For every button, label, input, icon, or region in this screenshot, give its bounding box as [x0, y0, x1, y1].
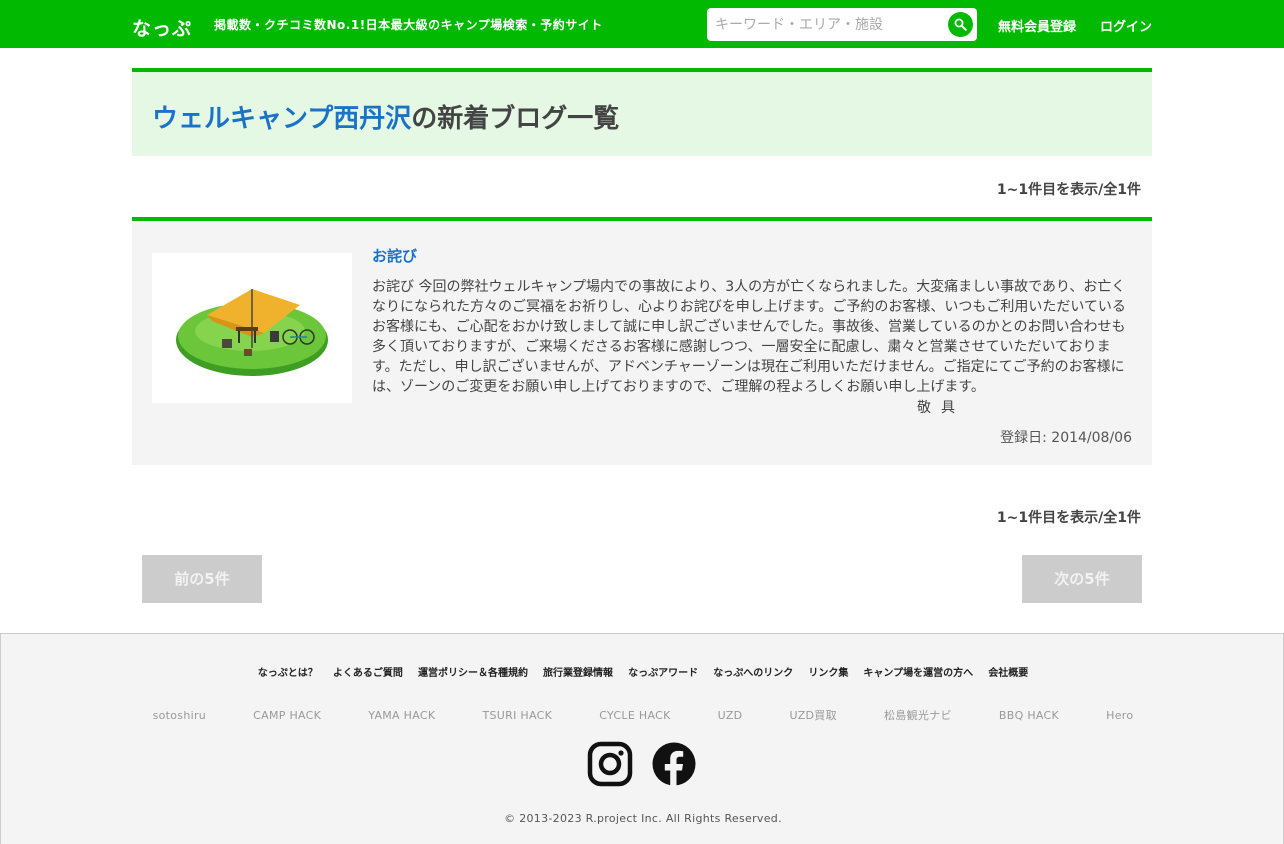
footer-link-faq[interactable]: よくあるご質問: [333, 668, 403, 679]
partner-link[interactable]: UZD: [718, 709, 743, 722]
page-title-suffix: の新着ブログ一覧: [411, 104, 620, 134]
footer-link-link-to-nap[interactable]: なっぷへのリンク: [713, 668, 793, 679]
partner-link[interactable]: sotoshiru: [153, 709, 206, 722]
partner-link[interactable]: CYCLE HACK: [599, 709, 670, 722]
copyright-text: © 2013-2023 R.project Inc. All Rights Re…: [504, 812, 782, 825]
campsite-name-link[interactable]: ウェルキャンプ西丹沢: [152, 104, 411, 134]
result-count-bottom: 1~1件目を表示/全1件: [996, 510, 1141, 526]
partner-link[interactable]: Hero: [1106, 709, 1133, 722]
footer-link-links[interactable]: リンク集: [808, 668, 848, 679]
footer-link-about[interactable]: なっぷとは？: [258, 668, 318, 679]
prev-page-button[interactable]: 前の5件: [142, 555, 262, 603]
instagram-icon[interactable]: [587, 741, 633, 787]
partner-link[interactable]: TSURI HACK: [482, 709, 552, 722]
partner-link[interactable]: CAMP HACK: [253, 709, 321, 722]
search-button[interactable]: [948, 12, 973, 37]
footer-link-award[interactable]: なっぷアワード: [628, 668, 698, 679]
partner-link[interactable]: YAMA HACK: [368, 709, 435, 722]
partner-links: sotoshiru CAMP HACK YAMA HACK TSURI HACK…: [1, 704, 1284, 723]
site-tagline: 掲載数・クチコミ数No.1!日本最大級のキャンプ場検索・予約サイト: [214, 18, 603, 32]
partner-link[interactable]: 松島観光ナビ: [884, 709, 952, 722]
footer-link-policy[interactable]: 運営ポリシー＆各種規約: [418, 668, 528, 679]
facebook-icon[interactable]: [651, 741, 697, 787]
partner-link[interactable]: UZD買取: [790, 709, 837, 722]
site-header: なっぷ 掲載数・クチコミ数No.1!日本最大級のキャンプ場検索・予約サイト 無料…: [0, 0, 1284, 48]
footer-nav: なっぷとは？ よくあるご質問 運営ポリシー＆各種規約 旅行業登録情報 なっぷアワ…: [1, 661, 1284, 680]
result-count-top: 1~1件目を表示/全1件: [996, 182, 1141, 198]
register-link[interactable]: 無料会員登録: [998, 16, 1076, 35]
page-title-box: ウェルキャンプ西丹沢の新着ブログ一覧: [132, 68, 1152, 156]
login-link[interactable]: ログイン: [1100, 16, 1152, 35]
site-footer: なっぷとは？ よくあるご質問 運営ポリシー＆各種規約 旅行業登録情報 なっぷアワ…: [0, 633, 1284, 844]
search-box: [707, 8, 977, 41]
next-page-button[interactable]: 次の5件: [1022, 555, 1142, 603]
blog-title-link[interactable]: お詫び: [372, 245, 417, 266]
blog-body: お詫び 今回の弊社ウェルキャンプ場内での事故により、3人の方が亡くなられました。…: [372, 279, 1126, 395]
footer-link-travel-registration[interactable]: 旅行業登録情報: [543, 668, 613, 679]
search-input[interactable]: [715, 8, 945, 41]
blog-thumbnail[interactable]: [152, 253, 352, 403]
site-logo[interactable]: なっぷ: [132, 14, 192, 41]
blog-entry: お詫び お詫び 今回の弊社ウェルキャンプ場内での事故により、3人の方が亡くなられ…: [132, 217, 1152, 465]
search-icon: [954, 18, 967, 31]
blog-date: 登録日: 2014/08/06: [1000, 430, 1132, 446]
footer-link-for-operators[interactable]: キャンプ場を運営の方へ: [863, 668, 973, 679]
footer-link-company[interactable]: 会社概要: [988, 668, 1028, 679]
partner-link[interactable]: BBQ HACK: [999, 709, 1059, 722]
blog-sign: 敬具: [917, 400, 965, 416]
page-title: ウェルキャンプ西丹沢の新着ブログ一覧: [152, 98, 619, 135]
